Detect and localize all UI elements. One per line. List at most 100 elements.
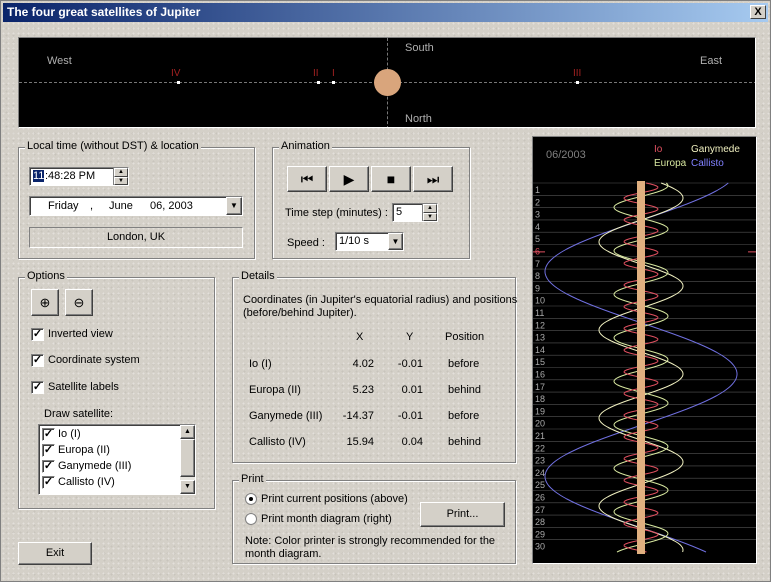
row-name: Europa (II) (249, 384, 301, 396)
sky-view: West East South North IV II I III (18, 37, 756, 128)
date-day-year: 06, 2003 (150, 200, 193, 212)
location-field[interactable]: London, UK (29, 227, 243, 248)
scroll-down-button[interactable]: ▼ (180, 480, 195, 494)
row-x: 4.02 (352, 358, 374, 370)
day-label: 1 (535, 185, 540, 195)
day-label: 24 (535, 468, 545, 478)
title-bar: The four great satellites of Jupiter X (3, 3, 768, 22)
satellite-labels-checkbox[interactable]: ✓ (31, 381, 44, 394)
speed-value: 1/10 s (339, 235, 369, 247)
play-button[interactable]: ▶ (329, 166, 369, 192)
day-label: 11 (535, 308, 544, 318)
skip-back-icon: ⏮ (300, 171, 314, 187)
details-description-line1: Coordinates (in Jupiter's equatorial rad… (243, 294, 518, 306)
row-position: behind (448, 436, 482, 448)
time-input[interactable]: 11 :48:28 PM ▲ ▼ (29, 167, 129, 186)
day-label: 3 (535, 210, 540, 220)
speed-select[interactable]: 1/10 s ▼ (335, 232, 404, 251)
main-window: The four great satellites of Jupiter X W… (0, 0, 771, 582)
zoom-out-button[interactable]: ⊖ (65, 289, 93, 316)
stop-button[interactable]: ■ (371, 166, 411, 192)
day-label: 4 (535, 222, 540, 232)
row-y: 0.04 (401, 436, 423, 448)
print-month-label: Print month diagram (right) (261, 513, 392, 525)
day-label: 14 (535, 345, 545, 355)
play-icon: ▶ (343, 171, 355, 187)
date-dropdown-button[interactable]: ▼ (226, 197, 242, 215)
exit-button[interactable]: Exit (18, 542, 92, 565)
time-step-input[interactable]: 5 ▲ ▼ (392, 203, 438, 222)
print-button[interactable]: Print... (420, 502, 505, 527)
row-name: Callisto (IV) (249, 436, 306, 448)
orbit-diagram: 1234567891011121314151617181920212223242… (533, 181, 756, 554)
time-step-spinner[interactable]: ▲ ▼ (422, 204, 437, 221)
row-name: Io (I) (249, 358, 272, 370)
satellite-io-label: Io (I) (58, 428, 81, 440)
time-step-value: 5 (396, 206, 403, 218)
skip-forward-button[interactable]: ⏭ (413, 166, 453, 192)
zoom-out-icon: ⊖ (73, 295, 85, 310)
print-current-radio[interactable] (245, 493, 257, 505)
draw-satellite-label: Draw satellite: (44, 408, 114, 420)
close-button[interactable]: X (750, 5, 766, 19)
time-spinner[interactable]: ▲ ▼ (113, 168, 128, 185)
day-label: 21 (535, 431, 545, 441)
day-label: 8 (535, 271, 540, 281)
options-title: Options (25, 270, 67, 282)
day-label: 26 (535, 493, 545, 503)
satellite-io-checkbox[interactable]: ✓ (42, 428, 55, 441)
skip-back-button[interactable]: ⏮ (287, 166, 327, 192)
scroll-thumb[interactable] (180, 439, 195, 477)
print-note-line2: month diagram. (245, 548, 322, 560)
satellite-ganymede-checkbox[interactable]: ✓ (42, 460, 55, 473)
listbox-scrollbar[interactable]: ▲ ▼ (180, 425, 195, 494)
day-label: 27 (535, 505, 545, 515)
date-picker[interactable]: Friday , June 06, 2003 ▼ (29, 196, 243, 216)
row-y: -0.01 (397, 358, 423, 370)
stop-icon: ■ (386, 171, 396, 187)
east-label: East (700, 55, 723, 67)
day-label: 10 (535, 296, 545, 306)
day-label: 5 (535, 234, 540, 244)
satellite-europa-checkbox[interactable]: ✓ (42, 444, 55, 457)
print-title: Print (239, 473, 266, 485)
row-x: 15.94 (346, 436, 374, 448)
header-x: X (356, 331, 364, 343)
coordinate-system-label: Coordinate system (48, 354, 140, 366)
date-separator: , (90, 200, 94, 212)
jupiter-band (637, 181, 645, 554)
window-title: The four great satellites of Jupiter (7, 5, 201, 19)
day-label: 29 (535, 529, 545, 539)
row-y: -0.01 (397, 410, 423, 422)
month-diagram: 06/2003 Io Ganymede Europa Callisto 1234… (532, 136, 757, 564)
row-x: -14.37 (342, 410, 374, 422)
south-label: South (405, 42, 434, 54)
details-description-line2: (before/behind Jupiter). (243, 307, 357, 319)
day-label: 12 (535, 320, 545, 330)
satellite-europa-label: Europa (II) (58, 444, 110, 456)
day-label: 30 (535, 542, 545, 552)
day-label: 19 (535, 406, 545, 416)
inverted-view-checkbox[interactable]: ✓ (31, 328, 44, 341)
print-month-radio[interactable] (245, 513, 257, 525)
day-label: 18 (535, 394, 545, 404)
satellite-ganymede-label: Ganymede (III) (58, 460, 132, 472)
day-label: 15 (535, 357, 545, 367)
coordinate-system-checkbox[interactable]: ✓ (31, 354, 44, 367)
west-label: West (47, 55, 72, 67)
header-y: Y (406, 331, 414, 343)
satellite-callisto-checkbox[interactable]: ✓ (42, 476, 55, 489)
row-position: behind (448, 384, 482, 396)
day-label: 28 (535, 517, 545, 527)
time-step-label: Time step (minutes) : (285, 207, 388, 219)
speed-dropdown-button[interactable]: ▼ (388, 233, 403, 250)
row-position: before (448, 358, 480, 370)
dot-ganymede (576, 81, 579, 84)
dot-callisto (177, 81, 180, 84)
zoom-in-button[interactable]: ⊕ (31, 289, 59, 316)
row-y: 0.01 (401, 384, 423, 396)
day-label: 25 (535, 480, 545, 490)
scroll-up-button[interactable]: ▲ (180, 425, 195, 439)
day-label: 23 (535, 456, 545, 466)
satellite-listbox[interactable]: ✓ Io (I) ✓ Europa (II) ✓ Ganymede (III) … (38, 424, 196, 495)
